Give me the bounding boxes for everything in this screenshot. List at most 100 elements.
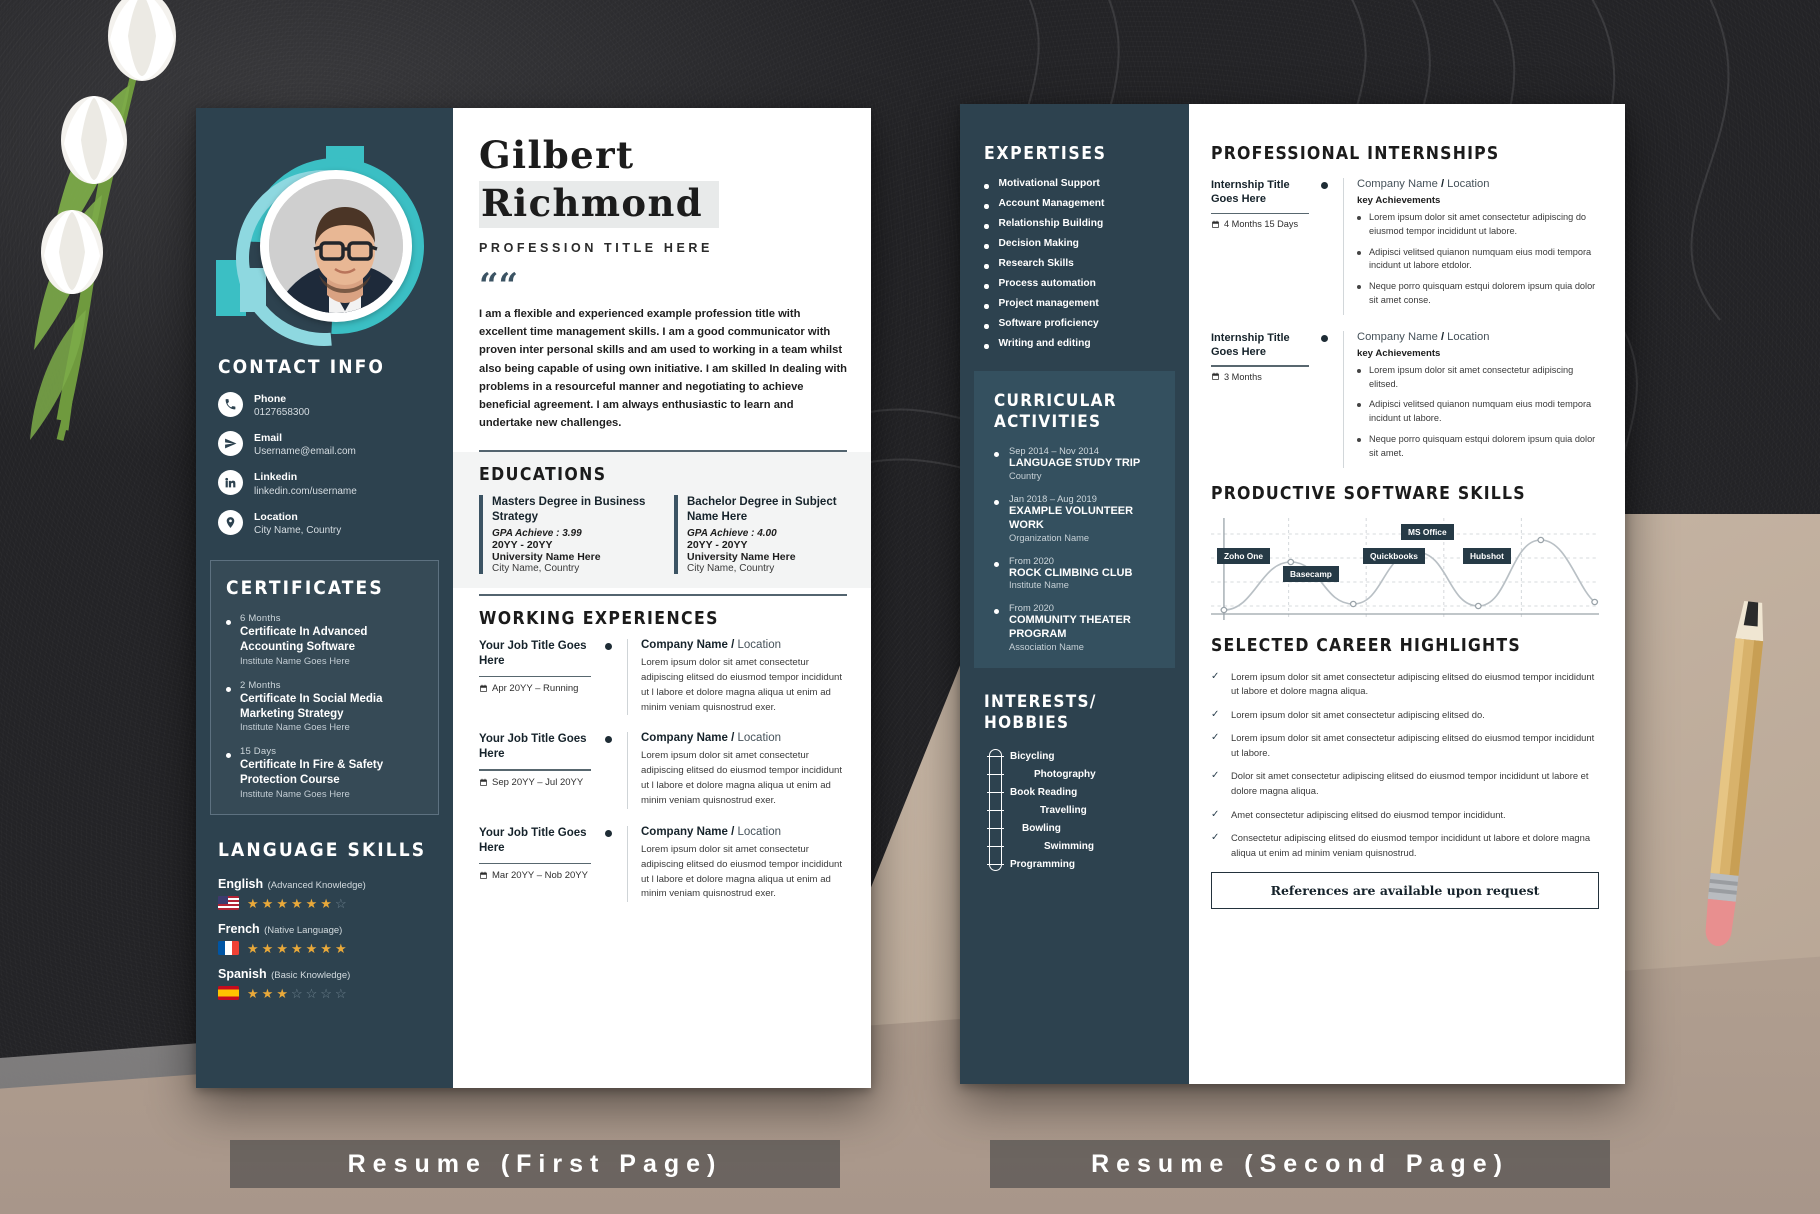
us-flag-icon: [218, 896, 239, 911]
experience-date: Mar 20YY – Nob 20YY: [479, 870, 591, 881]
curricular-item: Sep 2014 – Nov 2014 LANGUAGE STUDY TRIP …: [994, 446, 1155, 481]
bullet-dot: [1357, 250, 1361, 255]
internship-title: Internship Title Goes Here: [1211, 179, 1290, 206]
achievement-text: Lorem ipsum dolor sit amet consectetur a…: [1369, 212, 1587, 236]
internship-company: Company Name / Location: [1357, 178, 1490, 190]
divider: [1211, 365, 1309, 367]
experience-item: Your Job Title Goes Here Sep 20YY – Jul …: [479, 732, 847, 809]
contact-info-section: CONTACT INFO Phone 0127658300 Email User…: [196, 356, 453, 538]
achievement-text: Neque porro quisquam estqui dolorem ipsu…: [1369, 281, 1596, 305]
achievement-item: Lorem ipsum dolor sit amet consectetur a…: [1357, 211, 1599, 239]
achievement-text: Lorem ipsum dolor sit amet consectetur a…: [1369, 364, 1574, 389]
calendar-icon: [480, 871, 487, 880]
bullet-dot: [984, 264, 989, 269]
quote-mark-icon: ““: [479, 266, 519, 307]
education-gpa: GPA Achieve : 4.00: [687, 527, 777, 539]
star-icon: ★: [261, 940, 274, 956]
bullet-dot: [226, 686, 231, 692]
star-icon: ★: [247, 985, 259, 1001]
highlight-text: Consectetur adipiscing elitsed do eiusmo…: [1231, 832, 1591, 858]
language-note: (Native Language): [264, 925, 343, 937]
internship-title: Internship Title Goes Here: [1211, 331, 1290, 359]
experience-item: Your Job Title Goes Here Apr 20YY – Runn…: [479, 638, 847, 716]
interest-item: Book Reading: [987, 783, 1165, 801]
resume-page-1[interactable]: CONTACT INFO Phone 0127658300 Email User…: [196, 108, 871, 1088]
star-icon-empty: ☆: [334, 895, 347, 911]
page2-main-column: PROFESSIONAL INTERNSHIPS Internship Titl…: [1189, 104, 1625, 1084]
interest-item: Swimming: [987, 837, 1165, 855]
interest-label: Bowling: [1022, 822, 1061, 834]
check-icon: ✓: [1211, 770, 1220, 782]
tick-mark: [987, 845, 1004, 848]
certificate-item: 15 Days Certificate In Fire & Safety Pro…: [226, 746, 423, 800]
language-note: (Basic Knowledge): [271, 970, 351, 982]
bullet-dot: [984, 184, 989, 189]
language-skills-heading: LANGUAGE SKILLS: [218, 839, 427, 862]
education-gpa: GPA Achieve : 3.99: [492, 527, 582, 539]
expertise-item: Decision Making: [984, 238, 1165, 249]
tick-mark: [987, 809, 1004, 812]
contact-value[interactable]: Username@email.com: [254, 445, 356, 459]
expertise-label: Motivational Support: [998, 178, 1100, 189]
tick-mark: [987, 827, 1004, 830]
expertise-item: Software proficiency: [984, 318, 1165, 329]
es-flag-icon: [218, 986, 239, 1001]
bullet-dot: [1357, 216, 1361, 220]
check-icon: ✓: [1211, 832, 1220, 844]
bullet-dot: [1357, 285, 1361, 290]
curricular-date: From 2020: [1009, 555, 1054, 566]
date-text: 3 Months: [1224, 371, 1262, 382]
bullet-dot: [605, 829, 612, 837]
highlight-item: ✓ Lorem ipsum dolor sit amet consectetur …: [1211, 708, 1599, 723]
language-skills-section: LANGUAGE SKILLS English (Advanced Knowle…: [196, 839, 453, 1001]
interest-label: Programming: [1010, 858, 1076, 870]
check-icon: ✓: [1211, 732, 1220, 744]
chart-tag: Basecamp: [1283, 565, 1339, 582]
curricular-heading-line1: CURRICULAR: [994, 391, 1117, 411]
language-rating: ★ ★ ★ ★ ★ ★ ☆: [218, 895, 431, 911]
expertise-label: Process automation: [998, 278, 1096, 289]
star-icon: ★: [261, 895, 274, 911]
tick-mark: [987, 773, 1004, 776]
interest-label: Book Reading: [1010, 786, 1078, 798]
star-icon-empty: ☆: [320, 985, 332, 1001]
star-icon: ★: [320, 940, 332, 956]
curricular-title: LANGUAGE STUDY TRIP: [1009, 457, 1141, 470]
resume-page-2[interactable]: EXPERTISES Motivational Support Account …: [960, 104, 1625, 1084]
achievement-text: Adipisci velitsed quianon numquam eius m…: [1369, 399, 1592, 424]
contact-row-email: Email Username@email.com: [218, 431, 431, 459]
curricular-date: From 2020: [1009, 603, 1054, 614]
contact-value[interactable]: 0127658300: [254, 406, 310, 420]
curricular-title: EXAMPLE VOLUNTEER WORK: [1009, 505, 1134, 531]
experience-company: Company Name / Location: [641, 732, 781, 745]
expertise-label: Project management: [998, 298, 1099, 309]
divider: [479, 862, 591, 865]
educations-heading: EDUCATIONS: [479, 465, 607, 486]
curricular-sub: Country: [1009, 471, 1042, 482]
highlight-item: ✓ Consectetur adipiscing elitsed do eiusm…: [1211, 831, 1599, 860]
company-location: Location: [1447, 330, 1490, 343]
divider: [479, 769, 591, 771]
curricular-title: ROCK CLIMBING CLUB: [1009, 566, 1133, 579]
company-location: Location: [737, 732, 781, 745]
star-icon: ★: [276, 940, 288, 956]
interest-label: Photography: [1034, 768, 1096, 780]
divider: [479, 675, 591, 678]
expertise-item: Motivational Support: [984, 178, 1165, 189]
curricular-date: Sep 2014 – Nov 2014: [1009, 446, 1099, 457]
language-row-english: English (Advanced Knowledge) ★ ★ ★ ★ ★ ★ ☆: [218, 875, 431, 911]
contact-value[interactable]: linkedin.com/username: [254, 485, 357, 499]
date-text: Mar 20YY – Nob 20YY: [492, 870, 588, 882]
star-icon: ★: [261, 985, 274, 1001]
achievement-item: Adipisci velitsed quianon numquam eius m…: [1357, 246, 1599, 274]
curricular-heading: CURRICULAR ACTIVITIES: [994, 391, 1155, 432]
highlight-item: ✓ Lorem ipsum dolor sit amet consectetur …: [1211, 670, 1599, 699]
language-name: French: [218, 922, 260, 937]
certificate-title: Certificate In Fire & Safety Protection …: [240, 759, 384, 787]
bullet-dot: [226, 619, 231, 625]
language-rating: ★ ★ ★ ★ ★ ★ ★: [218, 940, 431, 956]
expertise-item: Account Management: [984, 198, 1165, 209]
highlight-text: Lorem ipsum dolor sit amet consectetur a…: [1231, 670, 1595, 697]
star-icon: ★: [290, 895, 303, 911]
language-rating: ★ ★ ★ ☆ ☆ ☆ ☆: [218, 985, 431, 1001]
